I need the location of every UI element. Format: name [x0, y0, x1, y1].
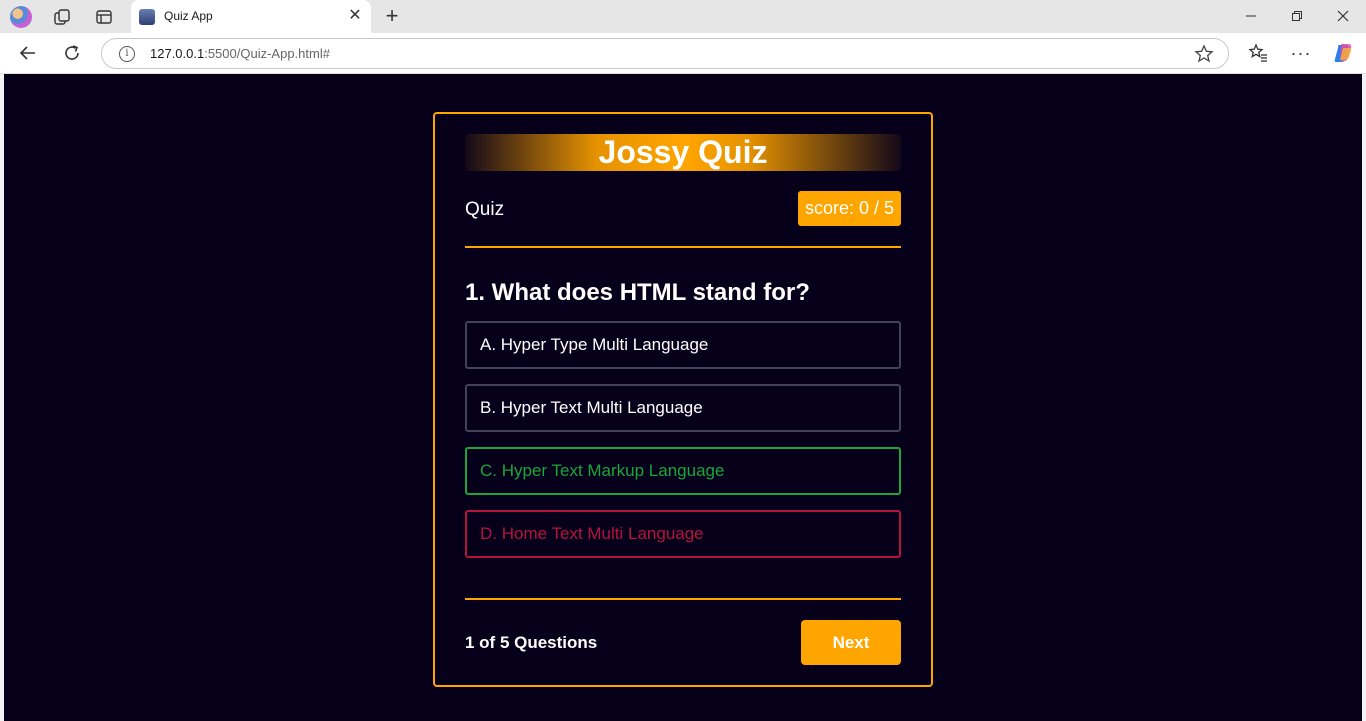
browser-tab-strip: Quiz App ✕ + — [0, 0, 1366, 33]
collections-icon[interactable] — [51, 6, 73, 28]
profile-avatar-icon[interactable] — [10, 6, 32, 28]
title-banner: Jossy Quiz — [465, 134, 901, 171]
answer-option-b[interactable]: B. Hyper Text Multi Language — [465, 384, 901, 432]
favorites-icon[interactable] — [1247, 42, 1269, 64]
tab-actions-icon[interactable] — [93, 6, 115, 28]
app-title: Jossy Quiz — [598, 134, 768, 170]
answer-option-a[interactable]: A. Hyper Type Multi Language — [465, 321, 901, 369]
active-tab[interactable]: Quiz App ✕ — [131, 0, 371, 33]
quiz-card: Jossy Quiz Quiz score: 0 / 5 1. What doe… — [433, 112, 933, 687]
question-text: 1. What does HTML stand for? — [465, 279, 810, 306]
answer-option-c[interactable]: C. Hyper Text Markup Language — [465, 447, 901, 495]
browser-toolbar: i 127.0.0.1:5500/Quiz-App.html# ··· — [0, 33, 1366, 74]
url-host: 127.0.0.1 — [150, 46, 205, 61]
site-info-icon[interactable]: i — [119, 46, 135, 62]
copilot-icon[interactable] — [1332, 42, 1354, 64]
tab-close-icon[interactable]: ✕ — [347, 7, 363, 25]
answer-option-d[interactable]: D. Home Text Multi Language — [465, 510, 901, 558]
url-text[interactable]: 127.0.0.1:5500/Quiz-App.html# — [150, 46, 330, 61]
footer-divider — [465, 598, 901, 600]
more-icon[interactable]: ··· — [1290, 42, 1312, 64]
window-close-icon[interactable] — [1328, 5, 1358, 27]
tab-favicon-icon — [139, 9, 155, 25]
page-viewport: Jossy Quiz Quiz score: 0 / 5 1. What doe… — [4, 74, 1362, 721]
reload-icon[interactable] — [61, 42, 83, 64]
minimize-icon[interactable] — [1236, 5, 1266, 27]
score-badge: score: 0 / 5 — [798, 191, 901, 226]
next-button[interactable]: Next — [801, 620, 901, 665]
new-tab-button[interactable]: + — [381, 5, 403, 27]
restore-icon[interactable] — [1282, 5, 1312, 27]
header-divider — [465, 246, 901, 248]
url-path: :5500/Quiz-App.html# — [204, 46, 330, 61]
section-label: Quiz — [465, 199, 505, 220]
tab-title: Quiz App — [164, 9, 213, 23]
address-bar[interactable]: i 127.0.0.1:5500/Quiz-App.html# — [101, 38, 1229, 69]
favorite-star-icon[interactable] — [1194, 44, 1214, 64]
question-counter: 1 of 5 Questions — [465, 633, 598, 652]
back-arrow-icon[interactable] — [17, 42, 39, 64]
